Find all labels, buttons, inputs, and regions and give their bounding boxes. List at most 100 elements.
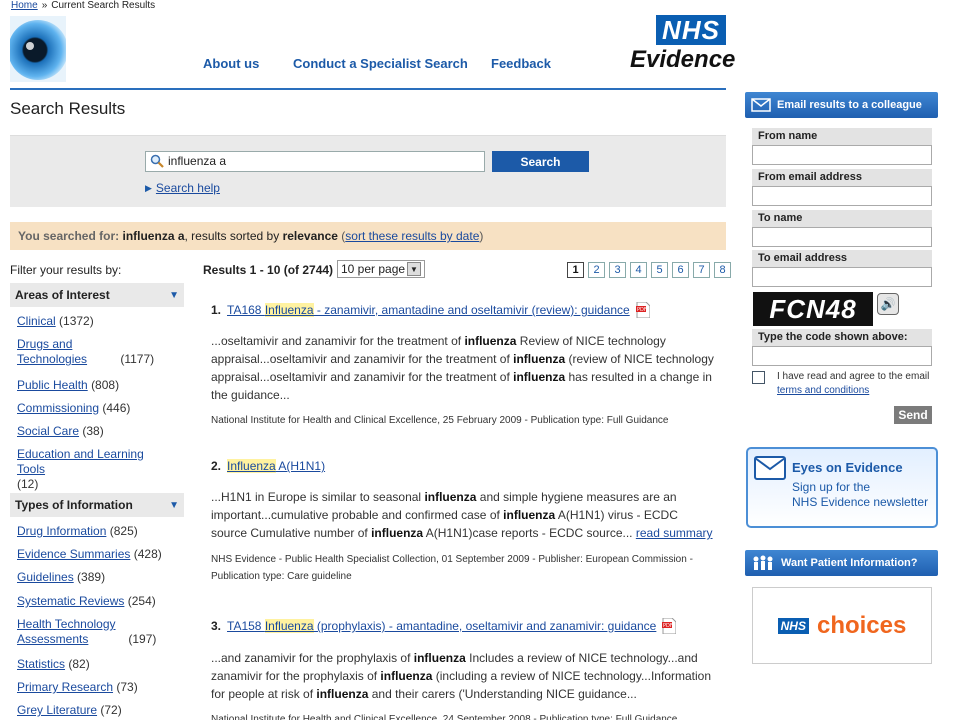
per-page-select[interactable]: 10 per page ▼ bbox=[337, 260, 425, 278]
result-title-pre: TA158 bbox=[227, 619, 265, 633]
facet-link-hta[interactable]: Health Technology Assessments bbox=[17, 617, 125, 647]
page-8[interactable]: 8 bbox=[714, 262, 731, 278]
result-title-highlight: Influenza bbox=[264, 303, 314, 317]
facet-link-systematic-reviews[interactable]: Systematic Reviews bbox=[17, 594, 124, 608]
result-title-post: A(H1N1) bbox=[275, 459, 326, 473]
patient-info-header[interactable]: Want Patient Information? bbox=[745, 550, 938, 576]
result-snippet-text: ...H1N1 in Europe is similar to seasonal… bbox=[211, 490, 678, 540]
per-page-value: 10 per page bbox=[341, 262, 406, 276]
result-title-post: - zanamivir, amantadine and oseltamivir … bbox=[313, 303, 630, 317]
facet-areas-header[interactable]: Areas of Interest ▼ bbox=[10, 283, 184, 307]
facet-link-grey-literature[interactable]: Grey Literature bbox=[17, 703, 97, 717]
facet-link-education[interactable]: Education and Learning Tools bbox=[17, 447, 167, 477]
from-email-field[interactable] bbox=[752, 186, 932, 206]
nhs-choices-banner[interactable]: NHS choices bbox=[752, 587, 932, 664]
facet-link-clinical[interactable]: Clinical bbox=[17, 314, 56, 328]
page-1[interactable]: 1 bbox=[567, 262, 584, 278]
result-title-pre: TA168 bbox=[227, 303, 265, 317]
summary-mid: , results sorted by bbox=[184, 229, 280, 243]
to-name-label: To name bbox=[752, 210, 932, 227]
captcha-field[interactable] bbox=[752, 346, 932, 366]
page-3[interactable]: 3 bbox=[609, 262, 626, 278]
facet-link-commissioning[interactable]: Commissioning bbox=[17, 401, 99, 415]
nav-specialist-search[interactable]: Conduct a Specialist Search bbox=[293, 56, 468, 71]
from-name-field[interactable] bbox=[752, 145, 932, 165]
search-help-link[interactable]: Search help bbox=[156, 181, 220, 195]
breadcrumb-separator: » bbox=[41, 0, 48, 11]
nhs-small-logo: NHS bbox=[777, 617, 809, 634]
read-summary-link[interactable]: read summary bbox=[636, 526, 713, 540]
summary-close-paren: ) bbox=[479, 229, 484, 243]
summary-sort: relevance bbox=[282, 229, 338, 243]
to-email-field[interactable] bbox=[752, 267, 932, 287]
facet-item: Drugs and Technologies (1177) bbox=[17, 337, 182, 367]
result-meta: National Institute for Health and Clinic… bbox=[211, 415, 669, 426]
facet-areas-title: Areas of Interest bbox=[15, 288, 110, 302]
people-icon bbox=[753, 555, 773, 570]
email-results-header[interactable]: Email results to a colleague bbox=[745, 92, 938, 118]
sort-by-date-link[interactable]: sort these results by date bbox=[345, 229, 479, 243]
result-snippet: ...oseltamivir and zanamivir for the tre… bbox=[211, 334, 714, 402]
eyes-title: Eyes on Evidence bbox=[792, 460, 903, 475]
search-input[interactable]: influenza a bbox=[145, 151, 485, 172]
agree-checkbox[interactable] bbox=[752, 371, 765, 384]
facet-types-header[interactable]: Types of Information ▼ bbox=[10, 493, 184, 517]
search-button[interactable]: Search bbox=[492, 151, 589, 172]
facet-link-drug-info[interactable]: Drug Information bbox=[17, 524, 106, 538]
terms-link[interactable]: terms and conditions bbox=[777, 385, 869, 396]
results-count: Results 1 - 10 (of 2744) bbox=[203, 263, 334, 277]
nhs-logo: NHS bbox=[656, 15, 726, 45]
nav-about-us[interactable]: About us bbox=[203, 56, 259, 71]
facet-count: (38) bbox=[82, 424, 104, 438]
facet-item: Systematic Reviews (254) bbox=[17, 594, 182, 609]
search-icon bbox=[150, 154, 164, 168]
page-7[interactable]: 7 bbox=[693, 262, 710, 278]
facet-count: (825) bbox=[109, 524, 138, 538]
to-email-label: To email address bbox=[752, 250, 932, 267]
facet-count: (254) bbox=[127, 594, 156, 608]
svg-text:PDF: PDF bbox=[663, 623, 673, 629]
result-title-link[interactable]: Influenza A(H1N1) bbox=[227, 459, 325, 473]
pagination: 1 2 3 4 5 6 7 8 bbox=[567, 262, 731, 278]
facet-link-public-health[interactable]: Public Health bbox=[17, 378, 88, 392]
page-6[interactable]: 6 bbox=[672, 262, 689, 278]
evidence-logo-text: Evidence bbox=[630, 46, 736, 73]
page-4[interactable]: 4 bbox=[630, 262, 647, 278]
pdf-icon[interactable]: PDF bbox=[635, 302, 650, 318]
facet-item: Clinical (1372) bbox=[17, 314, 182, 329]
result-title-link[interactable]: TA168 Influenza - zanamivir, amantadine … bbox=[227, 303, 630, 317]
facet-link-statistics[interactable]: Statistics bbox=[17, 657, 65, 671]
facet-link-guidelines[interactable]: Guidelines bbox=[17, 570, 74, 584]
facet-link-social-care[interactable]: Social Care bbox=[17, 424, 79, 438]
result-title-post: (prophylaxis) - amantadine, oseltamivir … bbox=[313, 619, 657, 633]
facet-item: Grey Literature (72) bbox=[17, 703, 182, 718]
facet-count: (389) bbox=[77, 570, 106, 584]
triangle-down-icon: ▼ bbox=[169, 499, 179, 511]
facet-link-evidence-summaries[interactable]: Evidence Summaries bbox=[17, 547, 130, 561]
result-number: 3. bbox=[211, 619, 222, 633]
choices-logo-text: choices bbox=[816, 611, 907, 639]
facet-count: (72) bbox=[100, 703, 122, 717]
summary-prefix: You searched for: bbox=[18, 229, 120, 243]
send-button[interactable]: Send bbox=[894, 406, 932, 424]
result-meta: National Institute for Health and Clinic… bbox=[211, 714, 678, 720]
result-title-link[interactable]: TA158 Influenza (prophylaxis) - amantadi… bbox=[227, 619, 656, 633]
page-5[interactable]: 5 bbox=[651, 262, 668, 278]
facet-item: Education and Learning Tools (12) bbox=[17, 447, 182, 492]
to-name-field[interactable] bbox=[752, 227, 932, 247]
result-title-row: 1. TA168 Influenza - zanamivir, amantadi… bbox=[211, 302, 650, 318]
facet-count: (197) bbox=[128, 632, 157, 646]
facet-link-primary-research[interactable]: Primary Research bbox=[17, 680, 113, 694]
nav-feedback[interactable]: Feedback bbox=[491, 56, 551, 71]
eyes-subtitle: Sign up for the NHS Evidence newsletter bbox=[792, 480, 937, 510]
result-meta: NHS Evidence - Public Health Specialist … bbox=[211, 554, 693, 582]
page-2[interactable]: 2 bbox=[588, 262, 605, 278]
facet-item: Evidence Summaries (428) bbox=[17, 547, 182, 562]
facet-item: Public Health (808) bbox=[17, 378, 182, 393]
captcha-label: Type the code shown above: bbox=[752, 329, 932, 346]
breadcrumb-home-link[interactable]: Home bbox=[11, 0, 38, 11]
pdf-icon[interactable]: PDF bbox=[662, 618, 677, 634]
facet-item: Commissioning (446) bbox=[17, 401, 182, 416]
facet-link-drugs[interactable]: Drugs and Technologies bbox=[17, 337, 117, 367]
audio-captcha-icon[interactable]: 🔊 bbox=[877, 293, 899, 315]
